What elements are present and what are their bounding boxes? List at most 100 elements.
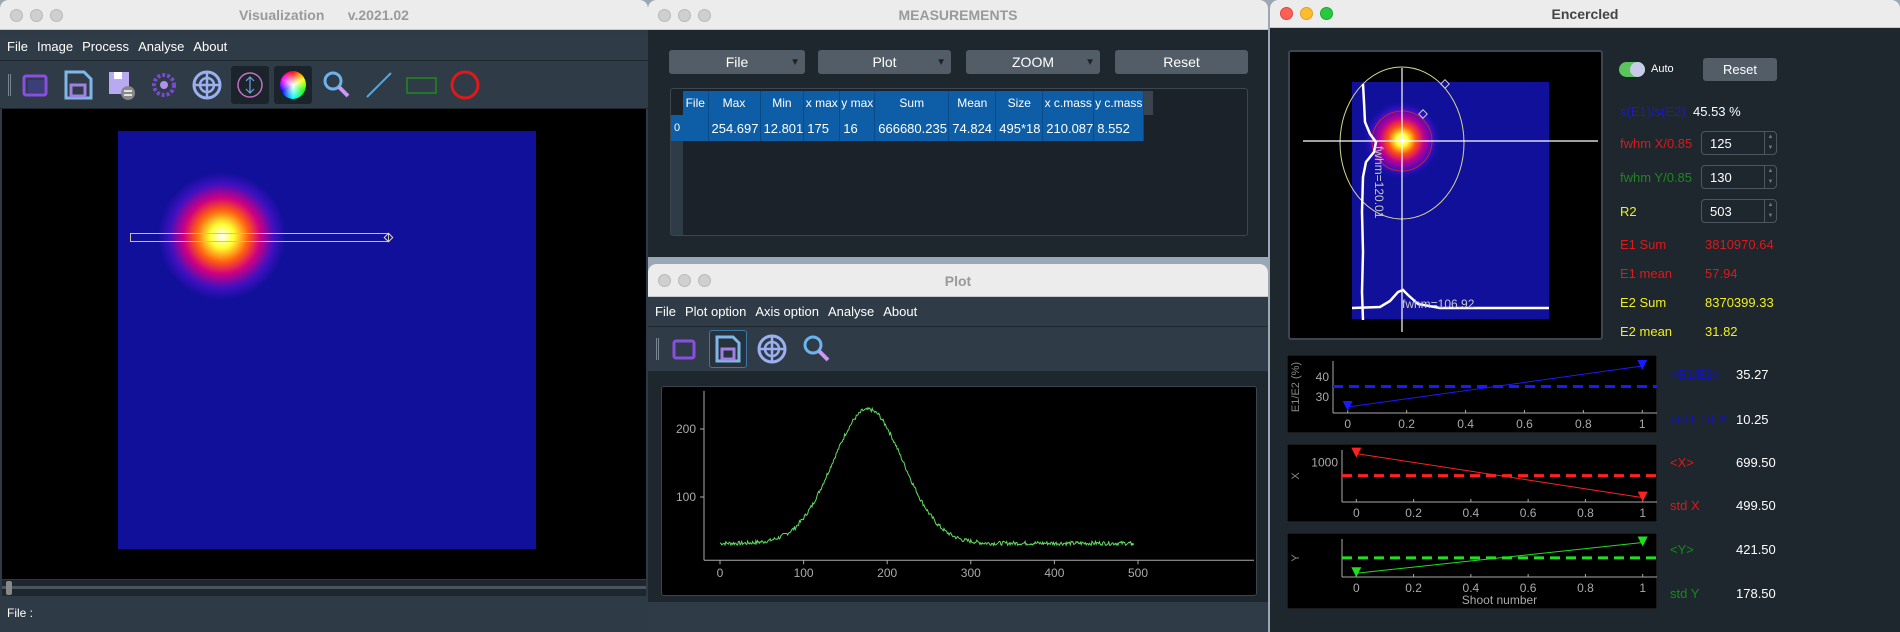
settings-gear-icon[interactable] — [145, 66, 183, 104]
measurements-window: MEASUREMENTS File ▼ Plot ▼ ZOOM ▼ Reset Fil… — [648, 0, 1268, 257]
fwhm-x-input[interactable]: 125 ▲ ▼ — [1701, 131, 1777, 155]
x-tick-label: 0.8 — [1577, 506, 1594, 520]
stepper-arrows[interactable]: ▲ ▼ — [1764, 132, 1776, 154]
reset-button[interactable]: Reset — [1115, 50, 1248, 74]
menu-about[interactable]: About — [883, 304, 917, 319]
chevron-down-icon: ▼ — [1085, 57, 1095, 68]
open-folder-icon[interactable] — [16, 66, 54, 104]
auto-toggle[interactable] — [1619, 62, 1645, 77]
r2-input[interactable]: 503 ▲ ▼ — [1701, 199, 1777, 223]
slider-handle[interactable] — [6, 581, 12, 595]
column-header[interactable]: Size — [995, 91, 1044, 115]
ratio-label: s(E1)/s(E2) — [1620, 104, 1686, 119]
table-cell[interactable]: 666680.235 — [874, 115, 950, 141]
x-tick-label: 0.6 — [1520, 506, 1537, 520]
menu-process[interactable]: Process — [82, 39, 129, 54]
column-header[interactable]: Sum — [874, 91, 950, 115]
column-header[interactable]: x c.mass — [1042, 91, 1095, 115]
column-header[interactable]: Max — [708, 91, 761, 115]
window-title: Visualization v.2021.02 — [239, 7, 409, 23]
table-cell[interactable]: 210.087 — [1042, 115, 1095, 141]
y-tick-label: 40 — [1316, 370, 1330, 384]
crosshair-target-icon[interactable] — [753, 330, 791, 368]
open-folder-icon[interactable] — [665, 330, 703, 368]
column-header[interactable]: x max — [803, 91, 841, 115]
roi-rectangle[interactable] — [130, 233, 389, 242]
toolbar-grip[interactable] — [8, 73, 11, 96]
y-history-chart[interactable]: 0 0.2 0.4 0.6 0.8 1YShoot number — [1287, 533, 1657, 609]
file-dropdown[interactable]: File ▼ — [669, 50, 805, 74]
table-cell[interactable]: 495*18 — [995, 115, 1044, 141]
save-as-icon[interactable] — [102, 66, 140, 104]
zoom-magnifier-icon[interactable] — [797, 330, 835, 368]
table-cell[interactable]: 16 — [839, 115, 876, 141]
stepper-arrows[interactable]: ▲ ▼ — [1764, 166, 1776, 188]
menu-analyse[interactable]: Analyse — [138, 39, 184, 54]
fwhm-y-input[interactable]: 130 ▲ ▼ — [1701, 165, 1777, 189]
column-header[interactable]: Min — [760, 91, 805, 115]
menu-image[interactable]: Image — [37, 39, 73, 54]
crosshair-target-icon[interactable] — [188, 66, 226, 104]
x-tick-label: 0.2 — [1405, 506, 1422, 520]
save-icon[interactable] — [709, 330, 747, 368]
menu-file[interactable]: File — [655, 304, 676, 319]
rectangle-tool-icon[interactable] — [403, 66, 441, 104]
column-header[interactable]: y c.mass — [1093, 91, 1145, 115]
title-bar: Visualization v.2021.02 — [0, 0, 648, 30]
measurements-table: File Max Min x max y max Sum Mean Size x c.mass y… — [670, 88, 1248, 236]
x-tick-label: 100 — [794, 566, 814, 580]
chevron-down-icon: ▼ — [790, 57, 800, 68]
profile-chart[interactable]: 0 100 200 300 400 500 100 200 — [661, 386, 1257, 596]
zoom-dropdown-label: ZOOM — [1012, 54, 1054, 70]
encircled-image-frame[interactable]: fwhm=106.92 fwhm=120.01 — [1288, 50, 1603, 340]
line-tool-icon[interactable] — [360, 66, 398, 104]
image-viewer[interactable] — [2, 109, 646, 579]
x-tick-label: 300 — [961, 566, 981, 580]
menu-about[interactable]: About — [193, 39, 227, 54]
e1-mean-value: 57.94 — [1705, 266, 1738, 281]
visualization-window: Visualization v.2021.02 File Image Proce… — [0, 0, 648, 632]
table-row[interactable]: 0 254.697 12.801 175 16 666680.235 74.824 495*1… — [671, 115, 1145, 141]
vertical-flip-icon[interactable] — [231, 65, 269, 104]
column-header[interactable]: File — [683, 91, 709, 115]
ratio-history-chart[interactable]: 0 0.2 0.4 0.6 0.8 1 30 40 E1/E2 (%) — [1287, 355, 1657, 433]
fwhm-y-label: fwhm Y/0.85 — [1620, 170, 1693, 185]
color-wheel-icon[interactable] — [274, 65, 312, 104]
zoom-magnifier-icon[interactable] — [317, 66, 355, 104]
menu-plot-option[interactable]: Plot option — [685, 304, 746, 319]
column-header[interactable]: y max — [839, 91, 876, 115]
plot-dropdown-label: Plot — [872, 54, 897, 70]
menu-analyse[interactable]: Analyse — [828, 304, 874, 319]
table-cell[interactable]: 74.824 — [948, 115, 997, 141]
toolbar — [0, 61, 648, 109]
table-cell[interactable]: 254.697 — [708, 115, 761, 141]
x-tick-label: 0 — [1344, 417, 1351, 431]
column-header[interactable]: Mean — [948, 91, 997, 115]
table-cell[interactable] — [683, 115, 709, 141]
circle-tool-icon[interactable] — [446, 66, 484, 104]
stat-label: <X> — [1670, 455, 1694, 470]
stat-label: <Y> — [1670, 542, 1694, 557]
x-history-chart[interactable]: 0 0.2 0.4 0.6 0.8 1 1000 X — [1287, 444, 1657, 522]
table-cell[interactable]: 8.552 — [1093, 115, 1145, 141]
title-bar: Plot — [648, 264, 1268, 297]
save-icon[interactable] — [59, 66, 97, 104]
menu-axis-option[interactable]: Axis option — [755, 304, 819, 319]
e1-sum-value: 3810970.64 — [1705, 237, 1774, 252]
reset-button[interactable]: Reset — [1703, 58, 1777, 81]
plot-dropdown[interactable]: Plot ▼ — [818, 50, 951, 74]
stat-value: 499.50 — [1736, 498, 1776, 513]
table-cell[interactable]: 12.801 — [760, 115, 805, 141]
menu-file[interactable]: File — [7, 39, 28, 54]
table-scrollbar[interactable] — [1143, 91, 1153, 115]
stepper-arrows[interactable]: ▲ ▼ — [1764, 200, 1776, 222]
zoom-dropdown[interactable]: ZOOM ▼ — [966, 50, 1100, 74]
table-cell[interactable]: 175 — [803, 115, 841, 141]
toolbar-grip[interactable] — [656, 338, 659, 360]
frame-slider[interactable] — [2, 580, 646, 596]
row-index[interactable]: 0 — [671, 115, 683, 141]
x-tick-label: 0 — [1353, 581, 1360, 595]
y-tick-label: 100 — [676, 490, 696, 504]
y-axis-label: Y — [1290, 554, 1302, 562]
fwhm-x-label: fwhm=106.92 — [1402, 297, 1475, 311]
